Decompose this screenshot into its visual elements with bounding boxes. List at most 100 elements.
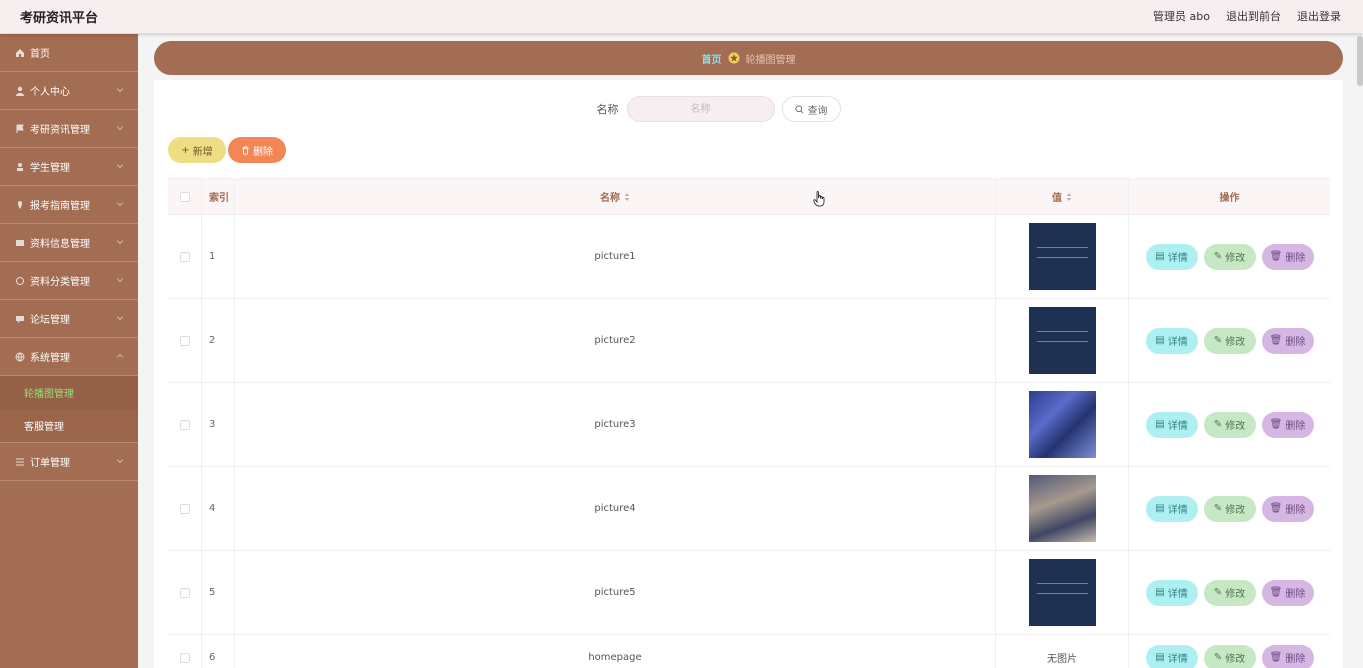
edit-button[interactable]: ✎ 修改 bbox=[1203, 411, 1256, 438]
sidebar-item-profile[interactable]: 个人中心 bbox=[0, 72, 138, 110]
detail-label: 详情 bbox=[1167, 589, 1188, 600]
row-value bbox=[996, 551, 1129, 634]
doc-icon: ▤ bbox=[1155, 652, 1165, 663]
row-index: 6 bbox=[202, 635, 235, 668]
front-link[interactable]: 退出到前台 bbox=[1226, 8, 1281, 24]
edit-button[interactable]: ✎ 修改 bbox=[1203, 579, 1256, 606]
sidebar-subitem-carousel[interactable]: 轮播图管理 bbox=[0, 376, 138, 409]
edit-button[interactable]: ✎ 修改 bbox=[1203, 327, 1256, 354]
pencil-icon: ✎ bbox=[1213, 587, 1223, 598]
sidebar-item-news[interactable]: 考研资讯管理 bbox=[0, 110, 138, 148]
thumbnail-image[interactable] bbox=[1028, 391, 1096, 458]
detail-button[interactable]: ▤ 详情 bbox=[1145, 579, 1198, 606]
row-checkbox[interactable] bbox=[179, 419, 190, 430]
row-name: picture1 bbox=[235, 215, 996, 298]
row-checkbox-cell bbox=[168, 299, 202, 382]
doc-icon: ▤ bbox=[1155, 419, 1165, 430]
breadcrumb-current: 轮播图管理 bbox=[745, 54, 796, 66]
thumbnail-image[interactable] bbox=[1028, 475, 1096, 542]
row-ops: ▤ 详情 ✎ 修改 🗑 删除 bbox=[1129, 551, 1330, 634]
edit-button[interactable]: ✎ 修改 bbox=[1203, 644, 1256, 668]
delete-label: 删除 bbox=[1285, 505, 1306, 516]
logout-link[interactable]: 退出登录 bbox=[1297, 8, 1341, 24]
trash-icon: 🗑 bbox=[1269, 419, 1283, 430]
select-all-checkbox[interactable] bbox=[179, 191, 190, 202]
delete-button[interactable]: 🗑 删除 bbox=[1261, 579, 1314, 606]
sidebar-item-label: 报考指南管理 bbox=[30, 201, 90, 212]
add-button[interactable]: + 新增 bbox=[168, 137, 226, 163]
scrollbar-thumb[interactable] bbox=[1357, 36, 1363, 86]
flag-icon bbox=[14, 123, 26, 135]
row-checkbox[interactable] bbox=[179, 503, 190, 514]
sidebar-subitem-customer-service[interactable]: 客服管理 bbox=[0, 409, 138, 442]
system-submenu: 轮播图管理 客服管理 bbox=[0, 376, 138, 443]
sidebar-item-materials[interactable]: 资料信息管理 bbox=[0, 224, 138, 262]
chevron-down-icon bbox=[116, 126, 124, 131]
table-row: 1 picture1 ▤ 详情 ✎ 修改 🗑 删除 bbox=[168, 215, 1330, 299]
sidebar-item-label: 系统管理 bbox=[30, 353, 70, 364]
chevron-down-icon bbox=[116, 240, 124, 245]
detail-button[interactable]: ▤ 详情 bbox=[1145, 411, 1198, 438]
detail-button[interactable]: ▤ 详情 bbox=[1145, 644, 1198, 668]
detail-button[interactable]: ▤ 详情 bbox=[1145, 327, 1198, 354]
delete-button[interactable]: 🗑 删除 bbox=[1261, 411, 1314, 438]
sidebar-item-guide[interactable]: 报考指南管理 bbox=[0, 186, 138, 224]
delete-button-label: 删除 bbox=[253, 146, 273, 158]
doc-icon: ▤ bbox=[1155, 251, 1165, 262]
sidebar-item-label: 考研资讯管理 bbox=[30, 125, 90, 136]
sidebar-item-orders[interactable]: 订单管理 bbox=[0, 443, 138, 481]
sidebar-item-system[interactable]: 系统管理 bbox=[0, 338, 138, 376]
table-row: 5 picture5 ▤ 详情 ✎ 修改 🗑 删除 bbox=[168, 551, 1330, 635]
delete-button[interactable]: 🗑 删除 bbox=[1261, 644, 1314, 668]
query-button-label: 查询 bbox=[807, 105, 828, 117]
row-ops: ▤ 详情 ✎ 修改 🗑 删除 bbox=[1129, 215, 1330, 298]
sidebar-item-students[interactable]: 学生管理 bbox=[0, 148, 138, 186]
row-checkbox[interactable] bbox=[179, 251, 190, 262]
add-button-label: 新增 bbox=[192, 146, 213, 158]
app-title: 考研资讯平台 bbox=[20, 11, 99, 26]
row-checkbox[interactable] bbox=[179, 652, 190, 663]
row-value bbox=[996, 383, 1129, 466]
admin-label: 管理员 abo bbox=[1153, 10, 1210, 23]
content-panel: 名称 查询 + 新增 删除 索引 名称 值 操作 bbox=[154, 80, 1343, 668]
row-checkbox-cell bbox=[168, 383, 202, 466]
sort-icon bbox=[624, 192, 630, 201]
header-name[interactable]: 名称 bbox=[235, 179, 996, 214]
category-icon bbox=[14, 275, 26, 287]
sidebar-item-forum[interactable]: 论坛管理 bbox=[0, 300, 138, 338]
sidebar-item-label: 首页 bbox=[30, 49, 50, 60]
pencil-icon: ✎ bbox=[1213, 335, 1223, 346]
row-checkbox[interactable] bbox=[179, 335, 190, 346]
delete-button[interactable]: 🗑 删除 bbox=[1261, 495, 1314, 522]
edit-button[interactable]: ✎ 修改 bbox=[1203, 495, 1256, 522]
search-bar: 名称 查询 bbox=[154, 95, 1343, 123]
row-index: 3 bbox=[202, 383, 235, 466]
breadcrumb-home[interactable]: 首页 bbox=[702, 51, 722, 66]
sidebar-item-home[interactable]: 首页 bbox=[0, 34, 138, 72]
delete-button[interactable]: 🗑 删除 bbox=[1261, 243, 1314, 270]
search-label: 名称 bbox=[596, 103, 619, 116]
delete-label: 删除 bbox=[1285, 337, 1306, 348]
table-row: 4 picture4 ▤ 详情 ✎ 修改 🗑 删除 bbox=[168, 467, 1330, 551]
pencil-icon: ✎ bbox=[1213, 251, 1223, 262]
query-button[interactable]: 查询 bbox=[781, 96, 841, 122]
trash-icon: 🗑 bbox=[1269, 335, 1283, 346]
thumbnail-image[interactable] bbox=[1028, 559, 1096, 626]
thumbnail-image[interactable] bbox=[1028, 307, 1096, 374]
header-value[interactable]: 值 bbox=[996, 179, 1129, 214]
batch-delete-button[interactable]: 删除 bbox=[228, 137, 286, 163]
edit-button[interactable]: ✎ 修改 bbox=[1203, 243, 1256, 270]
detail-button[interactable]: ▤ 详情 bbox=[1145, 495, 1198, 522]
sidebar-item-categories[interactable]: 资料分类管理 bbox=[0, 262, 138, 300]
delete-label: 删除 bbox=[1285, 253, 1306, 264]
header-value-label: 值 bbox=[1052, 193, 1062, 204]
doc-icon: ▤ bbox=[1155, 335, 1165, 346]
delete-button[interactable]: 🗑 删除 bbox=[1261, 327, 1314, 354]
row-checkbox-cell bbox=[168, 635, 202, 668]
chevron-down-icon bbox=[116, 459, 124, 464]
header-ops: 操作 bbox=[1219, 193, 1240, 204]
thumbnail-image[interactable] bbox=[1028, 223, 1096, 290]
row-checkbox[interactable] bbox=[179, 587, 190, 598]
search-input[interactable] bbox=[626, 96, 775, 122]
detail-button[interactable]: ▤ 详情 bbox=[1145, 243, 1198, 270]
